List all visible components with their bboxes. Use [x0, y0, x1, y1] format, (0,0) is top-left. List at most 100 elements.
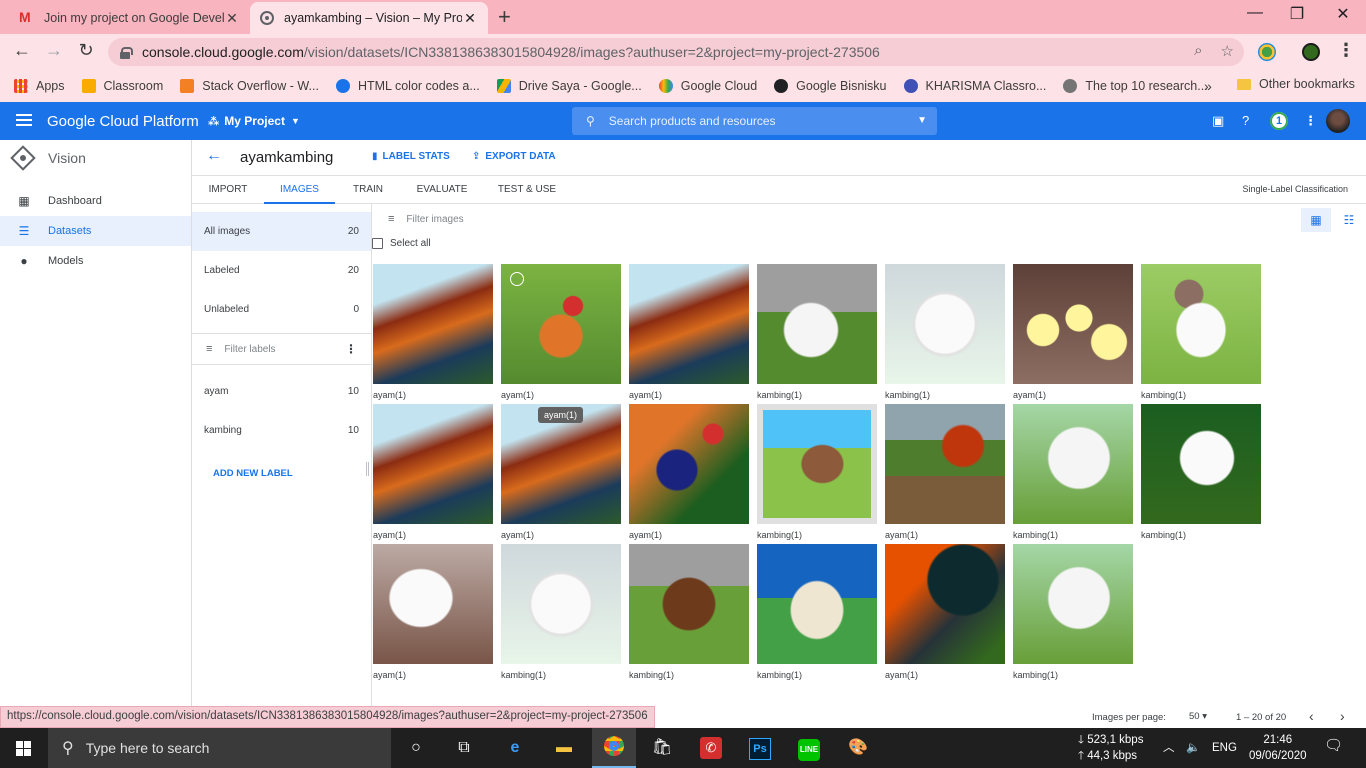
- cloud-shell-icon[interactable]: ▣: [1212, 113, 1224, 129]
- whatsapp-icon[interactable]: ✆: [698, 736, 724, 760]
- image-card[interactable]: ayam(1): [629, 404, 749, 540]
- image-thumbnail[interactable]: [1013, 544, 1133, 664]
- bookmark-apps[interactable]: Apps: [14, 79, 65, 93]
- image-card[interactable]: kambing(1): [629, 544, 749, 680]
- avatar[interactable]: [1326, 109, 1350, 133]
- zoom-icon[interactable]: ⌕: [1194, 42, 1202, 60]
- image-thumbnail[interactable]: [757, 544, 877, 664]
- filter-unlabeled[interactable]: Unlabeled 0: [192, 290, 371, 329]
- image-card[interactable]: ayam(1): [501, 404, 621, 540]
- image-thumbnail[interactable]: [629, 264, 749, 384]
- filter-all-images[interactable]: All images 20: [192, 212, 371, 251]
- label-stats-button[interactable]: ▮ LABEL STATS: [372, 151, 450, 162]
- minimize-button[interactable]: —: [1232, 4, 1278, 22]
- image-card[interactable]: kambing(1): [757, 544, 877, 680]
- help-icon[interactable]: ?: [1242, 113, 1249, 128]
- image-thumbnail[interactable]: [885, 264, 1005, 384]
- tray-expand-icon[interactable]: ︿: [1163, 740, 1175, 756]
- image-thumbnail[interactable]: [1013, 404, 1133, 524]
- image-thumbnail[interactable]: [373, 544, 493, 664]
- filter-labeled[interactable]: Labeled 20: [192, 251, 371, 290]
- image-card[interactable]: ayam(1): [373, 544, 493, 680]
- other-bookmarks[interactable]: Other bookmarks: [1237, 77, 1355, 91]
- cortana-icon[interactable]: ○: [403, 736, 429, 760]
- extension-icon[interactable]: [1258, 43, 1276, 61]
- gcp-title[interactable]: Google Cloud Platform: [47, 113, 199, 130]
- action-center-icon[interactable]: 🗨: [1324, 738, 1343, 754]
- image-card[interactable]: kambing(1): [1141, 404, 1261, 540]
- back-icon[interactable]: ←: [10, 40, 34, 61]
- sidebar-item-datasets[interactable]: ☰ Datasets: [0, 216, 191, 246]
- image-card[interactable]: ayam(1): [885, 404, 1005, 540]
- panel-resize-handle[interactable]: [366, 462, 369, 476]
- bookmark-stackoverflow[interactable]: Stack Overflow - W...: [180, 79, 319, 93]
- export-data-button[interactable]: ⇪ EXPORT DATA: [472, 151, 556, 162]
- chrome-icon[interactable]: [601, 736, 627, 760]
- more-options-icon[interactable]: ⋮: [1304, 113, 1317, 129]
- select-all-checkbox[interactable]: Select all: [372, 238, 431, 249]
- bookmark-classroom[interactable]: Classroom: [81, 79, 163, 93]
- tab-import[interactable]: IMPORT: [200, 176, 256, 204]
- image-card[interactable]: ayam(1): [629, 264, 749, 400]
- tab-train[interactable]: TRAIN: [344, 176, 392, 204]
- close-window-button[interactable]: ✕: [1320, 4, 1366, 24]
- label-kambing[interactable]: kambing 10: [192, 411, 371, 450]
- bookmark-kharisma[interactable]: KHARISMA Classro...: [903, 79, 1046, 93]
- language-indicator[interactable]: ENG: [1212, 740, 1237, 756]
- notification-badge[interactable]: 1: [1270, 112, 1288, 130]
- file-explorer-icon[interactable]: ▬: [551, 736, 577, 760]
- address-bar[interactable]: console.cloud.google.com/vision/datasets…: [108, 38, 1244, 66]
- hamburger-menu-icon[interactable]: [16, 114, 32, 126]
- tab-evaluate[interactable]: EVALUATE: [408, 176, 476, 204]
- close-icon[interactable]: ✕: [462, 10, 478, 27]
- back-arrow-icon[interactable]: ←: [206, 147, 222, 165]
- new-tab-button[interactable]: +: [498, 6, 511, 28]
- more-options-icon[interactable]: ⋮: [345, 342, 357, 356]
- image-thumbnail[interactable]: [1141, 404, 1261, 524]
- windows-start-icon[interactable]: [16, 741, 32, 756]
- search-input[interactable]: ⚲ Search products and resources ▼: [572, 107, 937, 135]
- browser-tab-gmail[interactable]: Join my project on Google Devel ✕: [8, 2, 250, 34]
- bookmark-google-cloud[interactable]: Google Cloud: [658, 79, 757, 93]
- image-card[interactable]: ayam(1): [1013, 264, 1133, 400]
- select-circle-icon[interactable]: [510, 272, 524, 286]
- bookmark-bisnisku[interactable]: Google Bisnisku: [774, 79, 887, 93]
- image-thumbnail[interactable]: [1013, 264, 1133, 384]
- store-icon[interactable]: 🛍: [649, 736, 675, 760]
- sidebar-item-models[interactable]: ● Models: [0, 246, 191, 276]
- image-thumbnail[interactable]: [629, 544, 749, 664]
- tab-images[interactable]: IMAGES: [264, 176, 335, 204]
- bookmark-drive[interactable]: Drive Saya - Google...: [496, 79, 642, 93]
- image-thumbnail[interactable]: [757, 404, 877, 524]
- forward-icon[interactable]: →: [42, 40, 66, 61]
- reload-icon[interactable]: ↻: [74, 40, 98, 61]
- list-view-icon[interactable]: ☷: [1334, 208, 1364, 232]
- image-card[interactable]: ayam(1): [373, 264, 493, 400]
- grid-view-icon[interactable]: ▦: [1301, 208, 1331, 232]
- filter-images-input[interactable]: ≡ Filter images: [388, 213, 464, 225]
- image-thumbnail[interactable]: [757, 264, 877, 384]
- image-thumbnail[interactable]: [373, 404, 493, 524]
- paint-icon[interactable]: 🎨: [845, 736, 871, 760]
- image-thumbnail[interactable]: [373, 264, 493, 384]
- profile-avatar[interactable]: [1302, 43, 1320, 61]
- image-card[interactable]: kambing(1): [1013, 404, 1133, 540]
- label-ayam[interactable]: ayam 10: [192, 372, 371, 411]
- bookmark-html-colors[interactable]: HTML color codes a...: [335, 79, 480, 93]
- image-thumbnail[interactable]: [885, 544, 1005, 664]
- browser-tab-vision[interactable]: ayamkambing – Vision – My Proj ✕: [250, 2, 488, 34]
- photoshop-icon[interactable]: Ps: [747, 736, 773, 760]
- add-new-label-button[interactable]: ADD NEW LABEL: [192, 468, 371, 479]
- volume-icon[interactable]: 🔈: [1186, 740, 1200, 756]
- image-card[interactable]: ayam(1): [885, 544, 1005, 680]
- task-view-icon[interactable]: ⧉: [451, 736, 477, 760]
- close-icon[interactable]: ✕: [224, 10, 240, 27]
- taskbar-search-input[interactable]: ⚲ Type here to search: [48, 728, 391, 768]
- edge-icon[interactable]: e: [502, 736, 528, 760]
- image-card[interactable]: kambing(1): [757, 404, 877, 540]
- image-card[interactable]: kambing(1): [1141, 264, 1261, 400]
- filter-labels-input[interactable]: ≡ Filter labels ⋮: [192, 333, 371, 365]
- bookmark-research[interactable]: The top 10 research...: [1063, 79, 1208, 93]
- image-card[interactable]: kambing(1): [757, 264, 877, 400]
- clock[interactable]: 21:46 09/06/2020: [1249, 732, 1307, 764]
